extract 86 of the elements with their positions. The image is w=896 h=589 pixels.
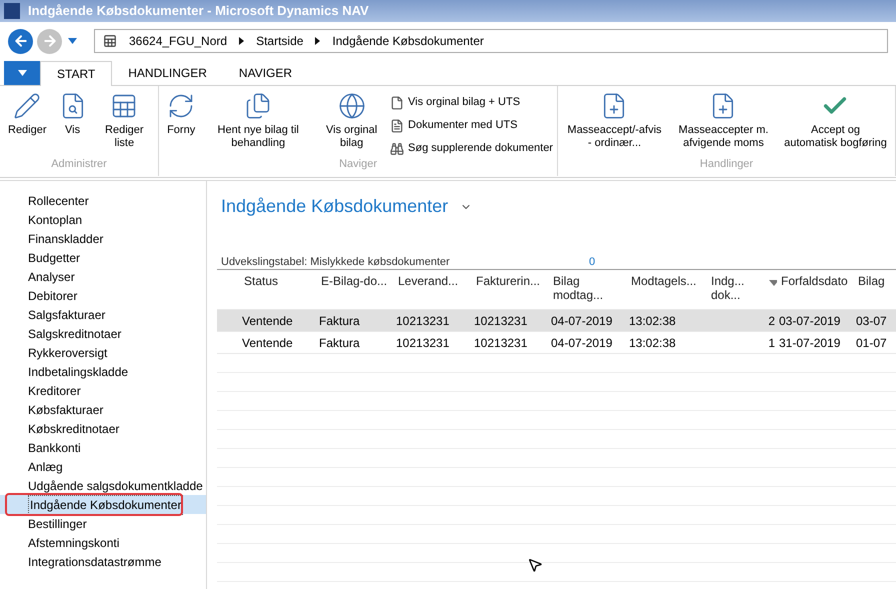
ribbon-tab[interactable]: START [40, 61, 112, 86]
ribbon-button[interactable]: Forny [163, 92, 200, 137]
ribbon-small-button[interactable]: Dokumenter med UTS [390, 115, 553, 136]
sidebar-item[interactable]: Budgetter [0, 248, 206, 267]
table-cell-text: 13:02:38 [629, 312, 676, 330]
sidebar-item[interactable]: Indbetalingskladde [0, 362, 206, 381]
sidebar-item[interactable]: Kontoplan [0, 210, 206, 229]
sidebar-item[interactable]: Afstemningskonti [0, 533, 206, 552]
table-cell-text: 04-07-2019 [551, 312, 612, 330]
sort-arrow-icon [768, 280, 777, 286]
breadcrumb-arrow-icon [315, 37, 320, 45]
ribbon-button[interactable]: Masseaccept/-afvis - ordinær... [562, 92, 667, 150]
sidebar-item[interactable]: Salgsfakturaer [0, 305, 206, 324]
breadcrumb-link[interactable]: Indgående Købsdokumenter [332, 32, 484, 50]
table-cell-text: 04-07-2019 [551, 334, 612, 352]
table-cell-text: 03-07-2019 [779, 312, 840, 330]
ribbon-small-button[interactable]: Søg supplerende dokumenter [390, 138, 553, 159]
ribbon-button[interactable]: Hent nye bilag til behandling [203, 92, 314, 150]
group-label: Naviger [338, 156, 378, 172]
table-cell-text: Ventende [242, 312, 293, 330]
page-title: Indgående Købsdokumenter [221, 195, 448, 218]
ribbon-button[interactable]: Vis orginal bilag [317, 92, 386, 150]
ribbon-small-button[interactable]: Vis orginal bilag + UTS [390, 92, 553, 113]
table-cell-text: 31-07-2019 [779, 334, 840, 352]
back-button[interactable] [8, 28, 33, 54]
column-header[interactable]: Modtagels... [631, 274, 696, 288]
ribbon-button[interactable]: Accept og automatisk bogføring [780, 92, 891, 150]
sidebar-item[interactable]: Indgående Købsdokumenter [0, 495, 206, 514]
column-header[interactable]: Status [244, 274, 278, 288]
column-header[interactable]: Leverand... [398, 274, 458, 288]
column-header[interactable]: Bilag modtag... [553, 274, 627, 302]
table-row[interactable]: Ventende Faktura 10213231 10213231 04-07-2019 13:02:38 2 03-07-2019 03-07 [217, 310, 896, 332]
table-cell-text: 2 [768, 312, 775, 330]
column-header[interactable]: E-Bilag-do... [321, 274, 388, 288]
table-row[interactable]: Ventende Faktura 10213231 10213231 04-07-2019 13:02:38 1 31-07-2019 01-07 [217, 332, 896, 354]
ribbon-tab[interactable]: HANDLINGER [112, 60, 223, 85]
table-cell-text: 10213231 [396, 312, 450, 330]
group-label: Administrer [50, 156, 108, 172]
sidebar-item[interactable]: Salgskreditnotaer [0, 324, 206, 343]
table-cell-text: Faktura [319, 312, 360, 330]
sidebar-item[interactable]: Købsfakturaer [0, 400, 206, 419]
sidebar-item[interactable]: Kreditorer [0, 381, 206, 400]
forward-arrow-icon [42, 33, 58, 49]
cue-value[interactable]: 0 [589, 254, 596, 270]
sidebar-item[interactable]: Integrationsdatastrømme [0, 552, 206, 571]
column-header[interactable]: Bilag [858, 274, 885, 288]
table-cell-text: 10213231 [474, 334, 528, 352]
table-cell-text: 10213231 [396, 334, 450, 352]
sidebar-item[interactable]: Købskreditnotaer [0, 419, 206, 438]
history-dropdown-button[interactable] [66, 38, 78, 44]
table-cell-text: Ventende [242, 334, 293, 352]
table-cell-text: 01-07 [856, 334, 887, 352]
sidebar-item[interactable]: Rollecenter [0, 191, 206, 210]
column-header[interactable]: Indg... dok... [711, 274, 765, 302]
cue-label: Udvekslingstabel: Mislykkede købsdokumenter [221, 254, 451, 270]
sidebar-item[interactable]: Bankkonti [0, 438, 206, 457]
ribbon-button[interactable]: Rediger liste [94, 92, 154, 150]
table-cell-text: 13:02:38 [629, 334, 676, 352]
ribbon-tab[interactable]: NAVIGER [222, 60, 308, 85]
ribbon-button[interactable]: Masseaccepter m. afvigende moms [670, 92, 776, 150]
breadcrumb-link[interactable]: 36624_FGU_Nord [129, 32, 228, 50]
mouse-cursor-icon [527, 557, 543, 573]
application-menu-button[interactable] [4, 61, 40, 85]
table-icon [103, 34, 117, 48]
group-label: Handlinger [698, 156, 754, 172]
breadcrumb-link[interactable]: Startside [256, 32, 304, 50]
app-icon [4, 3, 20, 19]
table-cell-text: 10213231 [474, 312, 528, 330]
sidebar-item[interactable]: Rykkeroversigt [0, 343, 206, 362]
sidebar-item[interactable]: Finanskladder [0, 229, 206, 248]
sidebar-item[interactable]: Bestillinger [0, 514, 206, 533]
ribbon-button[interactable]: Rediger [4, 92, 51, 137]
caret-icon [18, 70, 26, 76]
column-header[interactable]: Fakturerin... [476, 274, 540, 288]
column-header[interactable]: Forfaldsdato [781, 274, 848, 288]
table-cell-text: Faktura [319, 334, 360, 352]
sidebar-item[interactable]: Debitorer [0, 286, 206, 305]
window-title: Indgående Købsdokumenter - Microsoft Dynamics NAV [28, 2, 369, 20]
address-bar[interactable]: 36624_FGU_Nord Startside Indgående Købsdokumenter [94, 29, 888, 53]
table-cell-text: 1 [768, 334, 775, 352]
breadcrumb-arrow-icon [239, 37, 244, 45]
ribbon-button[interactable]: Vis [54, 92, 91, 137]
sidebar-item[interactable]: Analyser [0, 267, 206, 286]
sidebar-item[interactable]: Udgående salgsdokumentkladde [0, 476, 206, 495]
sidebar-item[interactable]: Anlæg [0, 457, 206, 476]
table-cell-text: 03-07 [856, 312, 887, 330]
